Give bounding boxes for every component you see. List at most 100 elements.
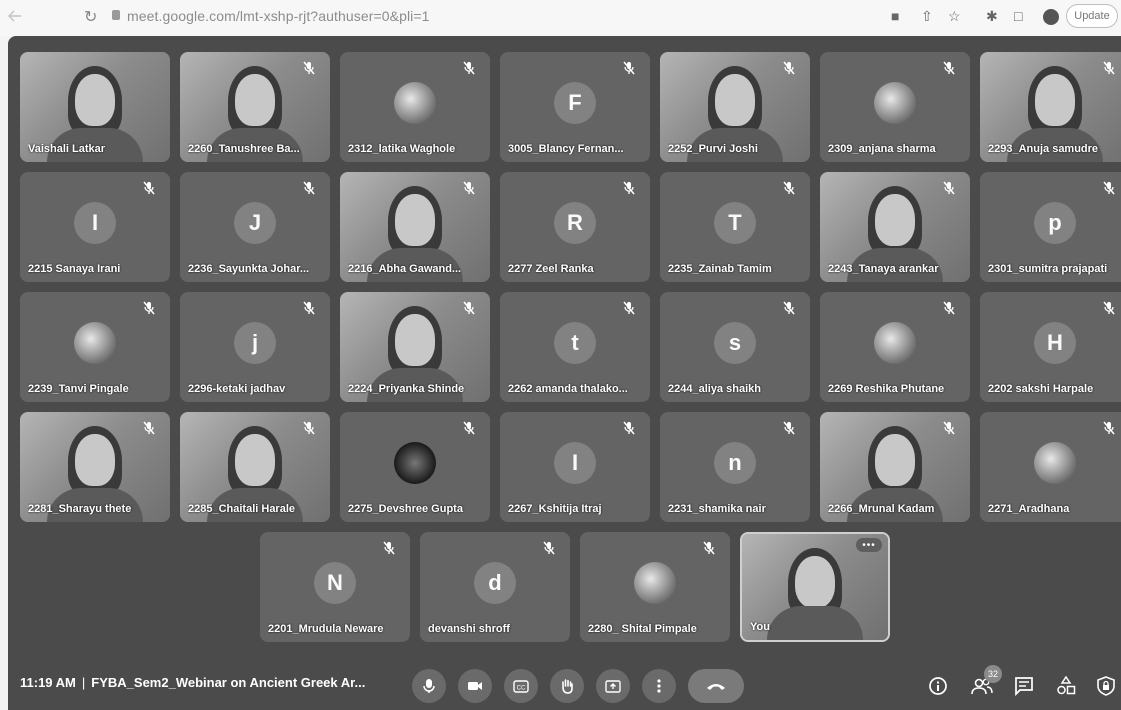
participant-avatar: J (234, 202, 276, 244)
present-button[interactable] (596, 669, 630, 703)
activities-button[interactable] (1054, 674, 1078, 698)
participant-name: 2266_Mrunal Kadam (828, 503, 935, 515)
participant-name: 2260_Tanushree Ba... (188, 143, 300, 155)
participant-tile[interactable]: 2293_Anuja samudre (980, 52, 1121, 162)
participant-tile[interactable]: 2309_anjana sharma (820, 52, 970, 162)
address-bar[interactable]: meet.google.com/lmt-xshp-rjt?authuser=0&… (127, 8, 430, 24)
back-arrow-icon[interactable] (8, 10, 22, 22)
participant-name: 2235_Zainab Tamim (668, 263, 772, 275)
tab-search-icon[interactable]: □ (1014, 8, 1022, 24)
participant-tile[interactable]: T 2235_Zainab Tamim (660, 172, 810, 282)
extensions-icon[interactable]: ✱ (986, 8, 998, 25)
video-face (235, 434, 275, 486)
meeting-window: Vaishali Latkar 2260_Tanushree Ba... 2312_… (8, 36, 1121, 710)
participant-tile[interactable]: 2216_Abha Gawand... (340, 172, 490, 282)
mic-off-icon (782, 301, 796, 315)
participant-tile[interactable]: 2252_Purvi Joshi (660, 52, 810, 162)
participant-name: 2215 Sanaya Irani (28, 263, 121, 275)
participant-tile[interactable]: J 2236_Sayunkta Johar... (180, 172, 330, 282)
raise-hand-button[interactable] (550, 669, 584, 703)
participant-avatar: R (554, 202, 596, 244)
mic-off-icon (942, 301, 956, 315)
people-button[interactable]: 32 (970, 665, 1002, 698)
info-icon (929, 677, 947, 695)
end-call-button[interactable] (688, 669, 744, 703)
participant-tile[interactable]: 2312_latika Waghole (340, 52, 490, 162)
share-icon[interactable]: ⇧ (921, 8, 933, 25)
mic-off-icon (622, 61, 636, 75)
participant-tile[interactable]: 2275_Devshree Gupta (340, 412, 490, 522)
participant-name: 2271_Aradhana (988, 503, 1070, 515)
browser-toolbar: ↻ meet.google.com/lmt-xshp-rjt?authuser=… (0, 0, 1121, 36)
participant-tile[interactable]: n 2231_shamika nair (660, 412, 810, 522)
mic-off-icon (302, 181, 316, 195)
bookmark-star-icon[interactable]: ☆ (948, 8, 961, 25)
participant-tile[interactable]: s 2244_aliya shaikh (660, 292, 810, 402)
mic-off-icon (622, 421, 636, 435)
participant-tile[interactable]: F 3005_Blancy Fernan... (500, 52, 650, 162)
participant-tile[interactable]: 2280_ Shital Pimpale (580, 532, 730, 642)
mic-off-icon (782, 181, 796, 195)
camera-button[interactable] (458, 669, 492, 703)
mic-off-icon (622, 301, 636, 315)
microphone-icon (423, 679, 435, 693)
participant-avatar (634, 562, 676, 604)
mic-off-icon (302, 61, 316, 75)
participant-name: You (750, 621, 770, 633)
host-controls-button[interactable] (1094, 674, 1118, 698)
participant-tile[interactable]: 2260_Tanushree Ba... (180, 52, 330, 162)
microphone-button[interactable] (412, 669, 446, 703)
participant-name: 2277 Zeel Ranka (508, 263, 594, 275)
participant-tile[interactable]: j 2296-ketaki jadhav (180, 292, 330, 402)
participant-avatar (394, 442, 436, 484)
mic-off-icon (462, 421, 476, 435)
meeting-details-button[interactable] (926, 674, 950, 698)
participant-tile[interactable]: 2281_Sharayu thete (20, 412, 170, 522)
participant-tile[interactable]: 2224_Priyanka Shinde (340, 292, 490, 402)
participant-tile[interactable]: 2269 Reshika Phutane (820, 292, 970, 402)
mic-off-icon (302, 301, 316, 315)
mic-off-icon (942, 181, 956, 195)
participant-tile[interactable]: 2285_Chaitali Harale (180, 412, 330, 522)
participant-tile[interactable]: N 2201_Mrudula Neware (260, 532, 410, 642)
participant-tile[interactable]: d devanshi shroff (420, 532, 570, 642)
reload-icon[interactable]: ↻ (84, 7, 97, 27)
participant-tile[interactable]: p 2301_sumitra prajapati (980, 172, 1121, 282)
participant-tile[interactable]: t 2262 amanda thalako... (500, 292, 650, 402)
participant-avatar: H (1034, 322, 1076, 364)
participant-tile[interactable]: I 2215 Sanaya Irani (20, 172, 170, 282)
participant-name: 2236_Sayunkta Johar... (188, 263, 310, 275)
participant-tile[interactable]: 2266_Mrunal Kadam (820, 412, 970, 522)
participant-tile[interactable]: 2243_Tanaya arankar (820, 172, 970, 282)
participant-avatar: F (554, 82, 596, 124)
participant-name: Vaishali Latkar (28, 143, 106, 155)
mic-off-icon (462, 181, 476, 195)
bottom-control-bar: 11:19 AM | FYBA_Sem2_Webinar on Ancient Gr… (8, 652, 1121, 710)
participant-tile[interactable]: 2271_Aradhana (980, 412, 1121, 522)
update-button[interactable]: Update (1066, 4, 1118, 28)
tile-more-options-button[interactable]: ••• (856, 538, 882, 552)
participant-avatar (74, 322, 116, 364)
participant-name: 2201_Mrudula Neware (268, 623, 384, 635)
participant-tile[interactable]: H 2202 sakshi Harpale (980, 292, 1121, 402)
participant-tile[interactable]: I 2267_Kshitija Itraj (500, 412, 650, 522)
participant-tile[interactable]: Vaishali Latkar (20, 52, 170, 162)
participant-avatar: j (234, 322, 276, 364)
video-face (875, 434, 915, 486)
participant-name: 2239_Tanvi Pingale (28, 383, 129, 395)
mic-off-icon (1102, 301, 1116, 315)
participant-tile[interactable]: ••• You (740, 532, 890, 642)
participant-tile[interactable]: R 2277 Zeel Ranka (500, 172, 650, 282)
chat-icon (1015, 677, 1033, 696)
svg-text:CC: CC (517, 685, 526, 691)
participant-avatar: I (74, 202, 116, 244)
participant-avatar (394, 82, 436, 124)
participant-name: 2202 sakshi Harpale (988, 383, 1094, 395)
captions-button[interactable]: CC (504, 669, 538, 703)
more-options-button[interactable] (642, 669, 676, 703)
camera-in-use-icon[interactable]: ■ (891, 8, 899, 24)
profile-avatar[interactable] (1043, 9, 1059, 25)
participant-tile[interactable]: 2239_Tanvi Pingale (20, 292, 170, 402)
chat-button[interactable] (1012, 674, 1036, 698)
camera-icon (468, 682, 482, 690)
